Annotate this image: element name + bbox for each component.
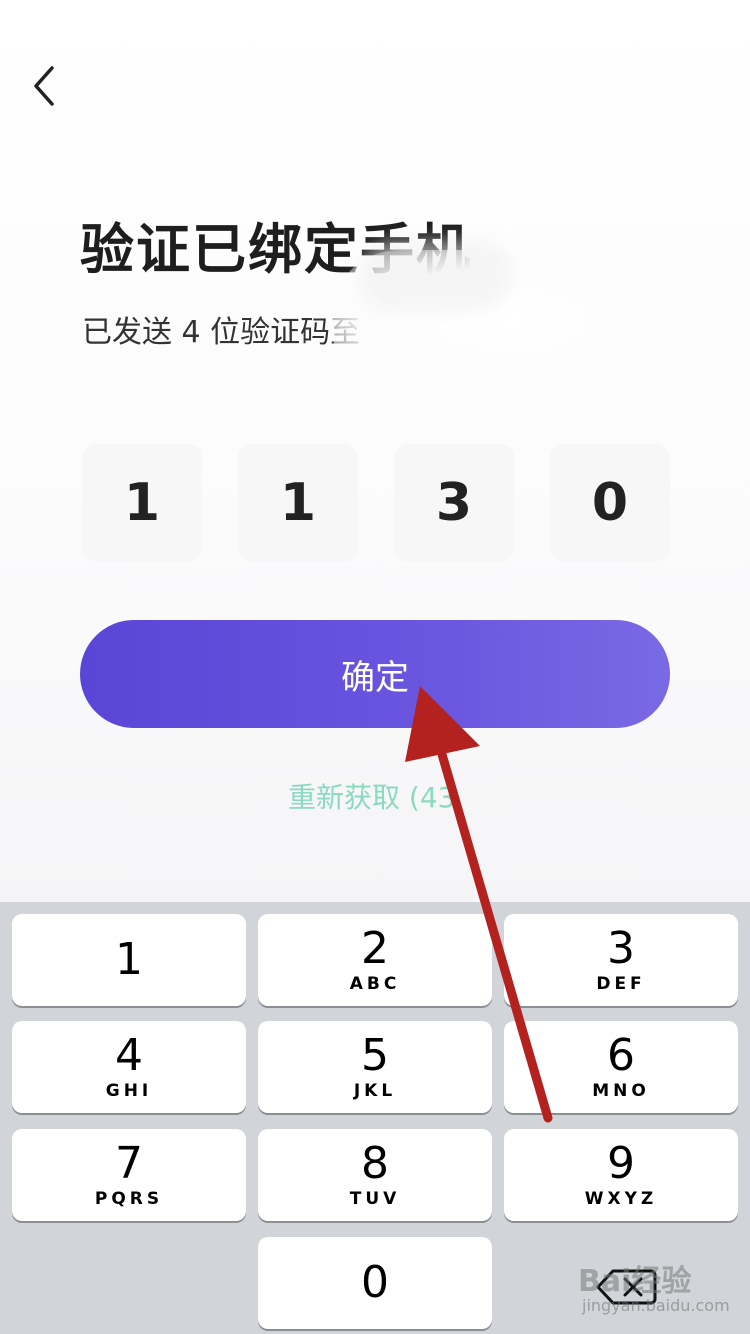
- key-5[interactable]: 5 JKL: [258, 1021, 492, 1113]
- backspace-icon: [596, 1269, 657, 1305]
- key-4[interactable]: 4 GHI: [12, 1021, 246, 1113]
- key-letters: DEF: [596, 974, 646, 994]
- key-letters: TUV: [349, 1189, 401, 1209]
- back-button[interactable]: [20, 58, 70, 114]
- key-7[interactable]: 7 PQRS: [12, 1129, 246, 1221]
- key-digit: 9: [607, 1138, 635, 1189]
- redacted-phone-mask-shade: [360, 240, 510, 310]
- key-letters: ABC: [349, 974, 401, 994]
- key-letters: WXYZ: [584, 1189, 658, 1209]
- key-3[interactable]: 3 DEF: [504, 914, 738, 1006]
- key-digit: 7: [115, 1138, 143, 1189]
- resend-code-link[interactable]: 重新获取 (43: [288, 776, 455, 816]
- key-letters: PQRS: [94, 1189, 164, 1209]
- key-digit: 5: [361, 1030, 389, 1081]
- confirm-button-label: 确定: [341, 657, 409, 698]
- key-letters: GHI: [105, 1081, 153, 1101]
- key-digit: 1: [115, 934, 143, 985]
- key-digit: 3: [607, 923, 635, 974]
- delete-key[interactable]: [586, 1262, 666, 1312]
- key-0[interactable]: 0: [258, 1237, 492, 1329]
- key-letters: MNO: [592, 1081, 650, 1101]
- key-9[interactable]: 9 WXYZ: [504, 1129, 738, 1221]
- key-1[interactable]: 1: [12, 914, 246, 1006]
- key-digit: 8: [361, 1138, 389, 1189]
- code-digit-box[interactable]: 1: [82, 444, 202, 562]
- key-8[interactable]: 8 TUV: [258, 1129, 492, 1221]
- key-digit: 2: [361, 923, 389, 974]
- key-digit: 0: [361, 1257, 389, 1308]
- key-letters: JKL: [353, 1081, 397, 1101]
- key-digit: 4: [115, 1030, 143, 1081]
- verify-phone-screen: 验证已绑定手机 已发送 4 位验证码至 1 1 3 0 确定 重新获取 (43 …: [0, 0, 750, 1334]
- confirm-button[interactable]: 确定: [80, 620, 670, 728]
- key-2[interactable]: 2 ABC: [258, 914, 492, 1006]
- key-digit: 6: [607, 1030, 635, 1081]
- code-digit-box[interactable]: 0: [550, 444, 670, 562]
- chevron-left-icon: [34, 66, 54, 106]
- code-digit-box[interactable]: 3: [394, 444, 514, 562]
- key-6[interactable]: 6 MNO: [504, 1021, 738, 1113]
- subtitle: 已发送 4 位验证码至: [82, 315, 361, 350]
- code-digit-box[interactable]: 1: [238, 444, 358, 562]
